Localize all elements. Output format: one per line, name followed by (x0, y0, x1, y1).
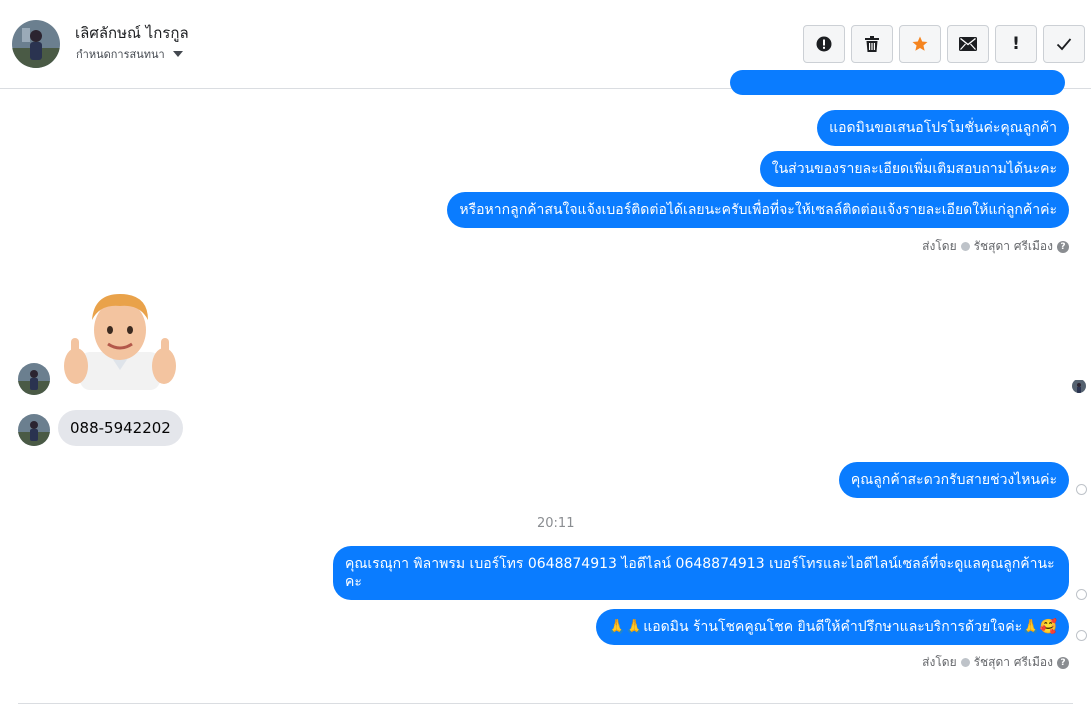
outgoing-message[interactable]: 🙏🙏แอดมิน ร้านโชคคูณโชค ยินดีให้คำปรึกษาแ… (596, 609, 1069, 645)
delivered-icon (1076, 589, 1087, 600)
contact-name: เลิศลักษณ์ ไกรกูล (75, 24, 189, 42)
delete-button[interactable] (851, 25, 893, 63)
sender-name: รัชสุดา ศรีเมือง (973, 239, 1053, 253)
sent-status-icon (960, 658, 970, 667)
composer-divider (18, 703, 1073, 704)
envelope-icon (959, 37, 977, 51)
sender-avatar[interactable] (18, 414, 50, 446)
sent-by-info: ส่งโดย รัชสุดา ศรีเมือง ? (922, 653, 1069, 672)
help-icon[interactable]: ? (1057, 240, 1069, 253)
action-toolbar: ! (803, 25, 1085, 63)
message-timestamp: 20:11 (537, 516, 575, 531)
outgoing-message[interactable]: แอดมินขอเสนอโปรโมชั่นค่ะคุณลูกค้า (817, 110, 1069, 146)
mark-unread-button[interactable] (947, 25, 989, 63)
sent-by-label: ส่งโดย (922, 655, 957, 669)
report-button[interactable] (803, 25, 845, 63)
delivered-icon (1076, 630, 1087, 641)
star-icon (912, 36, 928, 51)
caret-down-icon (172, 51, 183, 57)
trash-icon (865, 36, 879, 52)
delivered-icon (1076, 484, 1087, 495)
outgoing-message[interactable]: หรือหากลูกค้าสนใจแจ้งเบอร์ติดต่อได้เลยนะ… (447, 192, 1069, 228)
exclamation-icon: ! (1012, 34, 1020, 54)
conversation-subtitle: กำหนดการสนทนา (76, 48, 165, 61)
star-button[interactable] (899, 25, 941, 63)
sent-by-label: ส่งโดย (922, 239, 957, 253)
sender-name: รัชสุดา ศรีเมือง (973, 655, 1053, 669)
conversation-options-dropdown[interactable]: กำหนดการสนทนา (76, 45, 183, 63)
sent-by-info: ส่งโดย รัชสุดา ศรีเมือง ? (922, 237, 1069, 256)
contact-avatar[interactable] (12, 20, 60, 68)
spam-button[interactable]: ! (995, 25, 1037, 63)
mark-done-button[interactable] (1043, 25, 1085, 63)
checkmark-icon (1056, 38, 1072, 51)
alert-circle-icon (816, 36, 832, 52)
help-icon[interactable]: ? (1057, 656, 1069, 669)
incoming-message[interactable]: 088-5942202 (58, 410, 183, 446)
sent-status-icon (960, 242, 970, 251)
outgoing-message[interactable]: คุณลูกค้าสะดวกรับสายช่วงไหนค่ะ (838, 462, 1069, 498)
outgoing-message[interactable]: คุณเรณุกา พิลาพรม เบอร์โทร 0648874913 ไอ… (333, 546, 1069, 600)
message-bubble-partial (730, 70, 1065, 95)
sender-avatar[interactable] (18, 363, 50, 395)
sticker-thumbs-up[interactable] (60, 290, 180, 390)
seen-indicator-avatar (1072, 379, 1086, 393)
outgoing-message[interactable]: ในส่วนของรายละเอียดเพิ่มเติมสอบถามได้นะค… (759, 151, 1069, 187)
